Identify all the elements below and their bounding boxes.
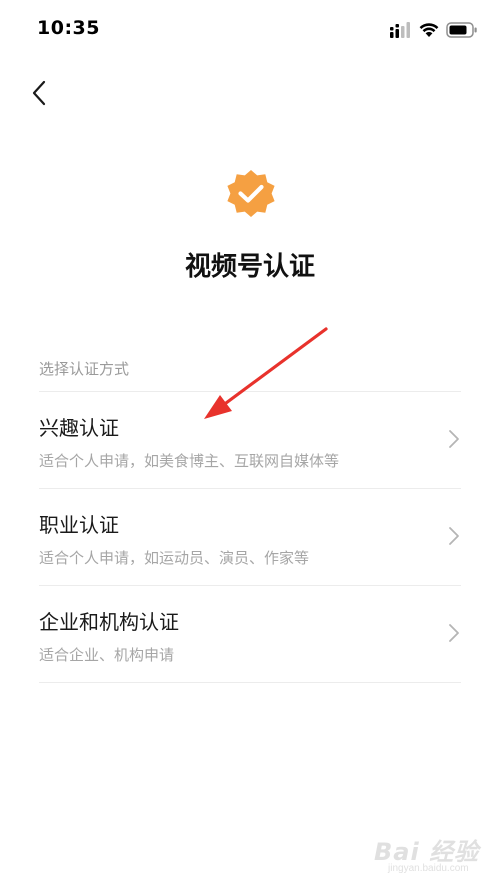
verified-check-badge-icon: [227, 170, 275, 217]
watermark-main: Bai 经验: [374, 838, 480, 866]
cellular-signal-icon: [390, 22, 410, 38]
battery-icon: [446, 22, 477, 38]
option-description: 适合企业、机构申请: [39, 646, 175, 664]
status-time: 10:35: [37, 17, 100, 39]
chevron-right-icon: [449, 624, 459, 642]
option-title: 兴趣认证: [39, 416, 119, 440]
section-label: 选择认证方式: [39, 360, 130, 378]
option-title: 企业和机构认证: [39, 610, 179, 634]
baidu-jingyan-watermark: Bai 经验 jingyan.baidu.com: [374, 830, 484, 878]
page-title: 视频号认证: [184, 252, 315, 282]
status-bar: 10:35: [0, 0, 500, 60]
watermark-sub: jingyan.baidu.com: [388, 863, 469, 874]
status-icons: [390, 20, 478, 40]
chevron-right-icon: [449, 430, 459, 448]
certification-options-list: 兴趣认证 适合个人申请，如美食博主、互联网自媒体等 职业认证 适合个人申请，如运…: [39, 391, 461, 683]
option-title: 职业认证: [39, 513, 119, 537]
back-button[interactable]: [26, 76, 56, 110]
chevron-right-icon: [449, 527, 459, 545]
wifi-icon: [419, 23, 439, 37]
chevron-left-icon: [32, 80, 46, 106]
option-organization-certification[interactable]: 企业和机构认证 适合企业、机构申请: [39, 586, 461, 683]
option-description: 适合个人申请，如运动员、演员、作家等: [39, 549, 310, 567]
option-description: 适合个人申请，如美食博主、互联网自媒体等: [39, 452, 340, 470]
option-interest-certification[interactable]: 兴趣认证 适合个人申请，如美食博主、互联网自媒体等: [39, 392, 461, 489]
option-professional-certification[interactable]: 职业认证 适合个人申请，如运动员、演员、作家等: [39, 489, 461, 586]
